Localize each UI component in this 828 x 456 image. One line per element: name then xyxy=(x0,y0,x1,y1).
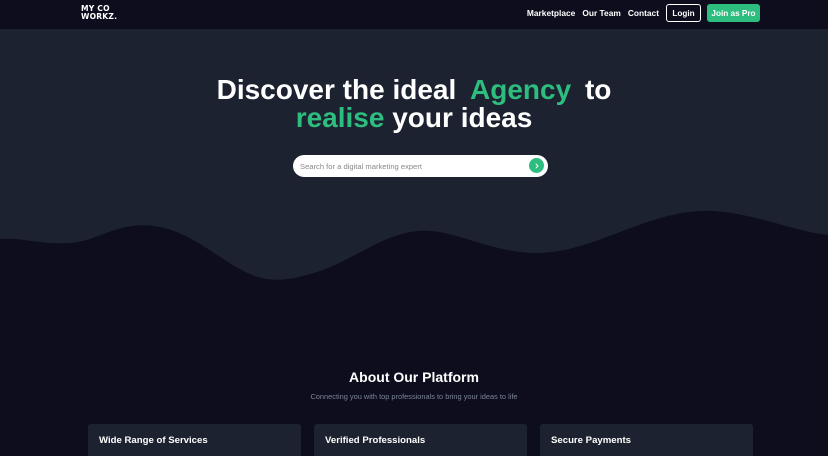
hero-title-text-3: your ideas xyxy=(392,102,533,133)
about-title: About Our Platform xyxy=(349,369,479,385)
hero-title-accent-realise: realise xyxy=(295,102,385,133)
feature-card-secure-payments[interactable]: Secure Payments xyxy=(540,424,753,456)
nav-links: Marketplace Our Team Contact xyxy=(527,8,659,18)
hero-title: Discover the ideal Agency to realise you… xyxy=(0,76,828,132)
hero-title-accent-agency: Agency xyxy=(470,74,572,105)
nav-link-contact[interactable]: Contact xyxy=(628,8,659,18)
search-bar xyxy=(293,155,548,177)
search-submit-button[interactable] xyxy=(529,158,544,173)
join-as-pro-button[interactable]: Join as Pro xyxy=(707,4,760,22)
hero-title-line-2: realise your ideas xyxy=(0,104,828,132)
nav-link-marketplace[interactable]: Marketplace xyxy=(527,8,575,18)
brand-logo[interactable]: MY CO WORKZ. xyxy=(81,5,117,20)
top-navbar: MY CO WORKZ. Marketplace Our Team Contac… xyxy=(0,0,828,29)
feature-card-title: Verified Professionals xyxy=(325,435,426,446)
nav-link-our-team[interactable]: Our Team xyxy=(582,8,620,18)
hero-title-line-1: Discover the ideal Agency to xyxy=(0,76,828,104)
feature-card-title: Secure Payments xyxy=(551,435,631,446)
login-button[interactable]: Login xyxy=(666,4,701,22)
hero-title-text-1: Discover the ideal xyxy=(216,74,457,105)
feature-card-wide-range[interactable]: Wide Range of Services xyxy=(88,424,301,456)
about-subtitle: Connecting you with top professionals to… xyxy=(310,392,518,401)
search-input[interactable] xyxy=(300,159,520,173)
hero-title-text-2: to xyxy=(584,74,612,105)
chevron-right-icon xyxy=(535,163,538,168)
feature-card-title: Wide Range of Services xyxy=(99,435,208,446)
logo-line-2: WORKZ. xyxy=(81,11,118,21)
feature-card-verified[interactable]: Verified Professionals xyxy=(314,424,527,456)
